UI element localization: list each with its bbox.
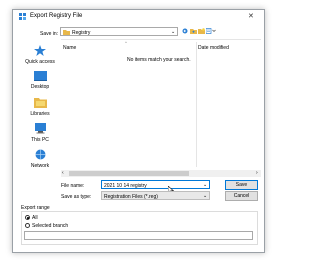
sidebar-item-desktop[interactable]: Desktop [25, 71, 55, 90]
column-header-date[interactable]: Date modified [198, 45, 229, 51]
radio-selected-branch[interactable] [25, 223, 30, 228]
star-icon [34, 45, 46, 58]
save-in-value: Registry [72, 29, 91, 36]
radio-selected-branch-label[interactable]: Selected branch [32, 223, 68, 229]
column-divider [196, 42, 197, 167]
sidebar-item-label: This PC [31, 137, 49, 143]
chevron-down-icon: ⌄ [171, 29, 176, 35]
window-title: Export Registry File [30, 13, 83, 19]
back-icon[interactable] [182, 28, 188, 36]
save-as-type-value: Registration Files (*.reg) [104, 193, 158, 200]
radio-all-label[interactable]: All [32, 215, 38, 221]
sidebar-item-label: Quick access [25, 59, 55, 65]
save-button[interactable]: Save [225, 180, 258, 190]
save-in-dropdown[interactable]: Registry ⌄ [60, 27, 178, 36]
up-folder-icon[interactable] [190, 28, 197, 36]
sidebar-item-this-pc[interactable]: This PC [25, 123, 55, 143]
scroll-right-icon[interactable]: › [256, 170, 258, 176]
sidebar-item-libraries[interactable]: Libraries [25, 97, 55, 117]
folder-icon [63, 29, 70, 37]
file-list[interactable]: Name ^ Date modified No items match your… [61, 39, 261, 171]
file-name-label: File name: [61, 183, 85, 189]
sidebar-item-label: Libraries [30, 111, 50, 117]
chevron-down-icon[interactable]: ⌄ [203, 182, 207, 188]
column-header-name[interactable]: Name [63, 45, 76, 51]
network-icon [34, 149, 47, 162]
close-button[interactable]: ✕ [248, 12, 254, 20]
file-name-input[interactable]: 2021 10 14 registry ⌄ [101, 180, 210, 189]
file-name-value: 2021 10 14 registry [104, 182, 147, 189]
chevron-down-icon: ⌄ [203, 193, 208, 199]
scrollbar-thumb[interactable] [69, 171, 189, 176]
desktop-icon [33, 71, 47, 83]
places-bar: Quick access Desktop Libraries This PC N… [20, 39, 60, 176]
sort-up-icon: ^ [125, 40, 127, 45]
save-as-type-dropdown[interactable]: Registration Files (*.reg) ⌄ [101, 191, 210, 200]
title-bar: Export Registry File ✕ [13, 10, 264, 22]
libraries-icon [33, 98, 47, 110]
selected-branch-input[interactable] [24, 231, 253, 240]
scroll-left-icon[interactable]: ‹ [62, 170, 64, 176]
horizontal-scrollbar[interactable]: ‹ › [61, 170, 261, 177]
sidebar-item-label: Desktop [30, 84, 50, 90]
save-as-type-label: Save as type: [61, 194, 92, 200]
registry-app-icon [19, 13, 27, 22]
cancel-button[interactable]: Cancel [225, 191, 258, 201]
new-folder-icon[interactable] [198, 28, 205, 36]
radio-all[interactable] [25, 215, 30, 220]
save-in-label: Save in: [40, 31, 59, 37]
sidebar-item-label: Network [30, 163, 50, 169]
sidebar-item-quick-access[interactable]: Quick access [25, 45, 55, 65]
view-menu-icon[interactable] [205, 28, 216, 36]
sidebar-item-network[interactable]: Network [25, 149, 55, 169]
computer-icon [34, 123, 47, 136]
export-registry-dialog: Export Registry File ✕ Save in: Registry… [12, 9, 265, 253]
empty-message: No items match your search. [127, 57, 191, 63]
